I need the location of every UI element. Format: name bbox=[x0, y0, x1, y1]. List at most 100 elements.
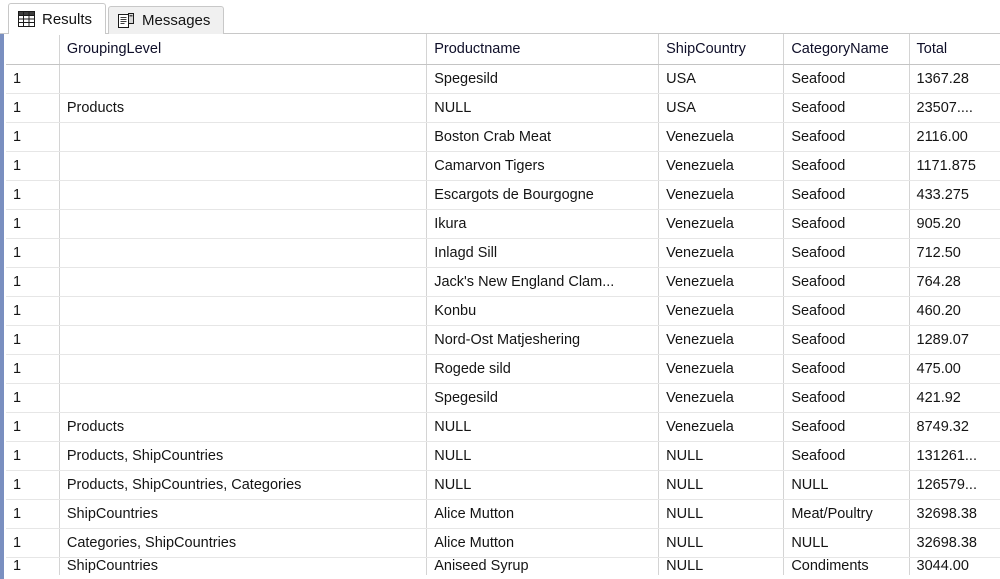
cell-total[interactable]: 712.50 bbox=[909, 238, 1000, 268]
row-number-cell[interactable]: 1 bbox=[6, 238, 60, 268]
cell-grouping_level[interactable] bbox=[59, 296, 428, 326]
cell-total[interactable]: 764.28 bbox=[909, 267, 1000, 297]
table-row[interactable]: 1 Products NULL Venezuela Seafood 8749.32 bbox=[6, 412, 1000, 442]
cell-shipcountry[interactable]: USA bbox=[658, 93, 785, 123]
cell-grouping_level[interactable]: ShipCountries bbox=[59, 557, 428, 575]
cell-grouping_level[interactable] bbox=[59, 122, 428, 152]
cell-grouping_level[interactable]: ShipCountries bbox=[59, 499, 428, 529]
cell-shipcountry[interactable]: Venezuela bbox=[658, 180, 785, 210]
cell-total[interactable]: 421.92 bbox=[909, 383, 1000, 413]
column-header-productname[interactable]: Productname bbox=[426, 34, 660, 65]
cell-shipcountry[interactable]: Venezuela bbox=[658, 383, 785, 413]
cell-grouping_level[interactable] bbox=[59, 180, 428, 210]
cell-shipcountry[interactable]: Venezuela bbox=[658, 238, 785, 268]
cell-categoryname[interactable]: Seafood bbox=[783, 354, 910, 384]
table-row[interactable]: 1 Products, ShipCountries NULL NULL Seafood 1… bbox=[6, 441, 1000, 471]
row-number-cell[interactable]: 1 bbox=[6, 412, 60, 442]
cell-categoryname[interactable]: Condiments bbox=[783, 557, 910, 575]
row-number-cell[interactable]: 1 bbox=[6, 93, 60, 123]
table-row[interactable]: 1 Categories, ShipCountries Alice Mutton NU… bbox=[6, 528, 1000, 558]
cell-total[interactable]: 433.275 bbox=[909, 180, 1000, 210]
cell-shipcountry[interactable]: Venezuela bbox=[658, 122, 785, 152]
cell-productname[interactable]: Boston Crab Meat bbox=[426, 122, 660, 152]
cell-productname[interactable]: Alice Mutton bbox=[426, 499, 660, 529]
column-header-shipcountry[interactable]: ShipCountry bbox=[658, 34, 785, 65]
table-row[interactable]: 1 ShipCountries Alice Mutton NULL Meat/Poult… bbox=[6, 499, 1000, 529]
cell-shipcountry[interactable]: NULL bbox=[658, 441, 785, 471]
table-row[interactable]: 1 Spegesild USA Seafood 1367.28 bbox=[6, 64, 1000, 94]
cell-shipcountry[interactable]: Venezuela bbox=[658, 412, 785, 442]
cell-categoryname[interactable]: Seafood bbox=[783, 296, 910, 326]
cell-shipcountry[interactable]: Venezuela bbox=[658, 325, 785, 355]
table-row[interactable]: 1 Boston Crab Meat Venezuela Seafood 2116.00 bbox=[6, 122, 1000, 152]
column-header-rownum[interactable] bbox=[6, 34, 60, 65]
cell-productname[interactable]: Alice Mutton bbox=[426, 528, 660, 558]
cell-grouping_level[interactable]: Products, ShipCountries, Categories bbox=[59, 470, 428, 500]
table-row[interactable]: 1 Rogede sild Venezuela Seafood 475.00 bbox=[6, 354, 1000, 384]
cell-productname[interactable]: NULL bbox=[426, 93, 660, 123]
cell-shipcountry[interactable]: NULL bbox=[658, 557, 785, 575]
table-row[interactable]: 1 Spegesild Venezuela Seafood 421.92 bbox=[6, 383, 1000, 413]
cell-grouping_level[interactable]: Products bbox=[59, 93, 428, 123]
cell-productname[interactable]: Nord-Ost Matjeshering bbox=[426, 325, 660, 355]
cell-shipcountry[interactable]: NULL bbox=[658, 499, 785, 529]
cell-grouping_level[interactable] bbox=[59, 238, 428, 268]
table-row[interactable]: 1 Ikura Venezuela Seafood 905.20 bbox=[6, 209, 1000, 239]
tab-results[interactable]: Results bbox=[8, 3, 107, 35]
cell-categoryname[interactable]: Seafood bbox=[783, 267, 910, 297]
cell-grouping_level[interactable]: Categories, ShipCountries bbox=[59, 528, 428, 558]
cell-categoryname[interactable]: Seafood bbox=[783, 180, 910, 210]
row-number-cell[interactable]: 1 bbox=[6, 325, 60, 355]
cell-productname[interactable]: Ikura bbox=[426, 209, 660, 239]
cell-grouping_level[interactable] bbox=[59, 209, 428, 239]
cell-grouping_level[interactable]: Products, ShipCountries bbox=[59, 441, 428, 471]
tab-messages[interactable]: Messages bbox=[108, 6, 225, 34]
cell-categoryname[interactable]: Seafood bbox=[783, 151, 910, 181]
cell-productname[interactable]: NULL bbox=[426, 441, 660, 471]
table-row[interactable]: 1 Konbu Venezuela Seafood 460.20 bbox=[6, 296, 1000, 326]
cell-shipcountry[interactable]: Venezuela bbox=[658, 354, 785, 384]
cell-shipcountry[interactable]: USA bbox=[658, 64, 785, 94]
row-number-cell[interactable]: 1 bbox=[6, 499, 60, 529]
cell-categoryname[interactable]: Seafood bbox=[783, 412, 910, 442]
cell-grouping_level[interactable] bbox=[59, 267, 428, 297]
row-number-cell[interactable]: 1 bbox=[6, 122, 60, 152]
table-row[interactable]: 1 Escargots de Bourgogne Venezuela Seafood 4… bbox=[6, 180, 1000, 210]
cell-grouping_level[interactable]: Products bbox=[59, 412, 428, 442]
cell-total[interactable]: 8749.32 bbox=[909, 412, 1000, 442]
cell-categoryname[interactable]: NULL bbox=[783, 470, 910, 500]
column-header-groupinglevel[interactable]: GroupingLevel bbox=[59, 34, 428, 65]
cell-grouping_level[interactable] bbox=[59, 383, 428, 413]
cell-total[interactable]: 460.20 bbox=[909, 296, 1000, 326]
cell-categoryname[interactable]: Seafood bbox=[783, 93, 910, 123]
cell-categoryname[interactable]: Seafood bbox=[783, 64, 910, 94]
cell-shipcountry[interactable]: Venezuela bbox=[658, 151, 785, 181]
row-number-cell[interactable]: 1 bbox=[6, 354, 60, 384]
cell-productname[interactable]: Aniseed Syrup bbox=[426, 557, 660, 575]
cell-categoryname[interactable]: Seafood bbox=[783, 209, 910, 239]
cell-categoryname[interactable]: Seafood bbox=[783, 325, 910, 355]
table-row[interactable]: 1 Inlagd Sill Venezuela Seafood 712.50 bbox=[6, 238, 1000, 268]
cell-productname[interactable]: Spegesild bbox=[426, 64, 660, 94]
cell-shipcountry[interactable]: Venezuela bbox=[658, 267, 785, 297]
row-number-cell[interactable]: 1 bbox=[6, 557, 60, 575]
row-number-cell[interactable]: 1 bbox=[6, 209, 60, 239]
cell-categoryname[interactable]: Seafood bbox=[783, 238, 910, 268]
table-row[interactable]: 1 Camarvon Tigers Venezuela Seafood 1171.875 bbox=[6, 151, 1000, 181]
table-row[interactable]: 1 ShipCountries Aniseed Syrup NULL Condiment… bbox=[6, 557, 1000, 575]
cell-productname[interactable]: Escargots de Bourgogne bbox=[426, 180, 660, 210]
cell-shipcountry[interactable]: Venezuela bbox=[658, 209, 785, 239]
row-number-cell[interactable]: 1 bbox=[6, 528, 60, 558]
cell-productname[interactable]: Spegesild bbox=[426, 383, 660, 413]
cell-total[interactable]: 1289.07 bbox=[909, 325, 1000, 355]
table-row[interactable]: 1 Jack's New England Clam... Venezuela Seaf… bbox=[6, 267, 1000, 297]
row-number-cell[interactable]: 1 bbox=[6, 267, 60, 297]
cell-productname[interactable]: NULL bbox=[426, 412, 660, 442]
cell-grouping_level[interactable] bbox=[59, 354, 428, 384]
row-number-cell[interactable]: 1 bbox=[6, 470, 60, 500]
table-row[interactable]: 1 Nord-Ost Matjeshering Venezuela Seafood 12… bbox=[6, 325, 1000, 355]
row-number-cell[interactable]: 1 bbox=[6, 296, 60, 326]
cell-total[interactable]: 475.00 bbox=[909, 354, 1000, 384]
row-number-cell[interactable]: 1 bbox=[6, 441, 60, 471]
cell-shipcountry[interactable]: Venezuela bbox=[658, 296, 785, 326]
